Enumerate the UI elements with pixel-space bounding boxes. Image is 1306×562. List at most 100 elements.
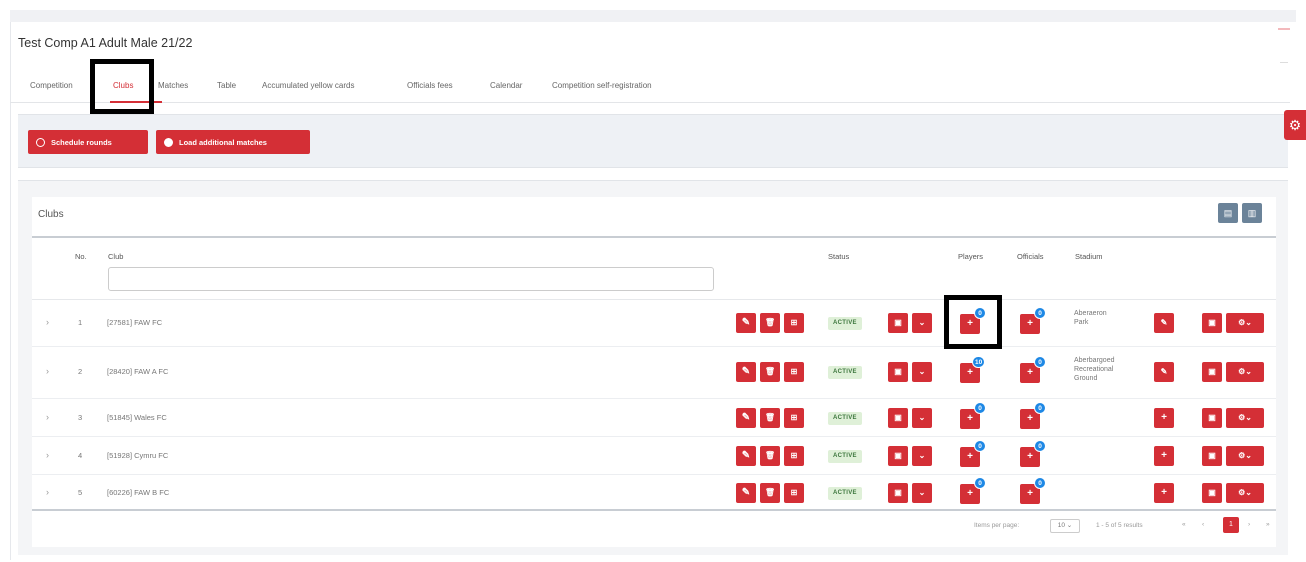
document-icon[interactable]: ▣	[1202, 408, 1222, 428]
club-name: [51845] Wales FC	[107, 413, 167, 422]
column-header-club[interactable]: Club	[108, 252, 123, 261]
previous-page-icon[interactable]: ‹	[1202, 521, 1204, 528]
schedule-rounds-button[interactable]: Schedule rounds	[28, 130, 148, 154]
table-row[interactable]: › 4 [51928] Cymru FC ✎ 🗑 ⊞ ACTIVE ▣ ⌄ + …	[32, 437, 1276, 475]
tab-competition[interactable]: Competition	[30, 81, 73, 90]
tab-accumulated-yellow-cards[interactable]: Accumulated yellow cards	[262, 81, 354, 90]
status-badge: ACTIVE	[828, 366, 862, 379]
edit-stadium-icon[interactable]: ✎	[1154, 362, 1174, 382]
stadium-name: Aberaeron Park	[1074, 310, 1107, 326]
status-badge: ACTIVE	[828, 450, 862, 463]
first-page-icon[interactable]: «	[1182, 521, 1186, 528]
table-row[interactable]: › 2 [28420] FAW A FC ✎ 🗑 ⊞ ACTIVE ▣ ⌄ + …	[32, 347, 1276, 399]
officials-count-badge: 0	[1034, 440, 1046, 452]
table-row[interactable]: › 3 [51845] Wales FC ✎ 🗑 ⊞ ACTIVE ▣ ⌄ + …	[32, 399, 1276, 437]
expand-chevron-icon[interactable]: ›	[46, 317, 49, 327]
edit-icon[interactable]: ✎	[736, 362, 756, 382]
clipboard-icon[interactable]: ▣	[888, 362, 908, 382]
export-table-icon[interactable]: ▥	[1242, 203, 1262, 223]
grid-icon[interactable]: ⊞	[784, 408, 804, 428]
delete-icon[interactable]: 🗑	[760, 362, 780, 382]
grid-icon[interactable]: ⊞	[784, 483, 804, 503]
document-icon[interactable]: ▣	[1202, 362, 1222, 382]
table-header-divider	[32, 236, 1276, 238]
load-additional-matches-button[interactable]: Load additional matches	[156, 130, 310, 154]
officials-count-badge: 0	[1034, 356, 1046, 368]
options-dropdown-button[interactable]: ⚙⌄	[1226, 446, 1264, 466]
players-count-badge: 0	[974, 402, 986, 414]
results-range: 1 - 5 of 5 results	[1096, 522, 1143, 529]
add-stadium-button[interactable]: +	[1154, 483, 1174, 503]
delete-icon[interactable]: 🗑	[760, 483, 780, 503]
clipboard-icon[interactable]: ▣	[888, 483, 908, 503]
column-header-status: Status	[828, 252, 850, 261]
chevron-down-icon[interactable]: ⌄	[912, 408, 932, 428]
chevron-down-icon[interactable]: ⌄	[912, 446, 932, 466]
settings-gear-icon[interactable]: ⚙	[1284, 110, 1306, 140]
top-divider	[10, 10, 1296, 22]
highlight-box	[944, 295, 1002, 349]
add-stadium-button[interactable]: +	[1154, 408, 1174, 428]
column-header-no: No.	[75, 252, 87, 261]
row-number: 2	[78, 367, 83, 376]
options-dropdown-button[interactable]: ⚙⌄	[1226, 408, 1264, 428]
tab-officials-fees[interactable]: Officials fees	[407, 81, 453, 90]
items-per-page-select[interactable]: 10 ⌄	[1050, 519, 1080, 533]
action-bar: Schedule rounds Load additional matches	[18, 114, 1288, 168]
add-stadium-button[interactable]: +	[1154, 446, 1174, 466]
highlight-box	[90, 59, 154, 114]
next-page-icon[interactable]: ›	[1248, 521, 1250, 528]
expand-chevron-icon[interactable]: ›	[46, 366, 49, 376]
last-page-icon[interactable]: »	[1266, 521, 1270, 528]
delete-icon[interactable]: 🗑	[760, 446, 780, 466]
tab-calendar[interactable]: Calendar	[490, 81, 522, 90]
delete-icon[interactable]: 🗑	[760, 313, 780, 333]
delete-icon[interactable]: 🗑	[760, 408, 780, 428]
expand-chevron-icon[interactable]: ›	[46, 487, 49, 497]
stadium-name: Aberbargoed Recreational Ground	[1074, 357, 1115, 382]
club-name: [28420] FAW A FC	[107, 367, 169, 376]
edit-icon[interactable]: ✎	[736, 408, 756, 428]
clipboard-icon[interactable]: ▣	[888, 446, 908, 466]
officials-count-badge: 0	[1034, 477, 1046, 489]
edit-icon[interactable]: ✎	[736, 446, 756, 466]
pagination-footer: Items per page: 10 ⌄ 1 - 5 of 5 results …	[32, 511, 1276, 541]
club-filter-input[interactable]	[108, 267, 714, 291]
chevron-down-icon[interactable]: ⌄	[912, 313, 932, 333]
edit-icon[interactable]: ✎	[736, 313, 756, 333]
row-number: 4	[78, 451, 83, 460]
tab-matches[interactable]: Matches	[158, 81, 188, 90]
grid-icon[interactable]: ⊞	[784, 313, 804, 333]
clipboard-icon[interactable]: ▣	[888, 313, 908, 333]
grid-icon[interactable]: ⊞	[784, 446, 804, 466]
club-name: [51928] Cymru FC	[107, 451, 169, 460]
clubs-panel: Clubs ▤ ▥ No. Club Status Players Offici…	[18, 180, 1288, 555]
table-row[interactable]: › 1 [27581] FAW FC ✎ 🗑 ⊞ ACTIVE ▣ ⌄ + 0 …	[32, 300, 1276, 347]
tab-competition-self-registration[interactable]: Competition self-registration	[552, 81, 652, 90]
clipboard-icon[interactable]: ▣	[888, 408, 908, 428]
document-icon[interactable]: ▣	[1202, 313, 1222, 333]
expand-chevron-icon[interactable]: ›	[46, 450, 49, 460]
club-name: [27581] FAW FC	[107, 318, 163, 327]
column-header-players: Players	[958, 252, 984, 261]
options-dropdown-button[interactable]: ⚙⌄	[1226, 362, 1264, 382]
expand-chevron-icon[interactable]: ›	[46, 412, 49, 422]
options-dropdown-button[interactable]: ⚙⌄	[1226, 483, 1264, 503]
chevron-down-icon[interactable]: ⌄	[912, 483, 932, 503]
tab-table[interactable]: Table	[217, 81, 236, 90]
row-number: 3	[78, 413, 83, 422]
grid-icon[interactable]: ⊞	[784, 362, 804, 382]
export-file-icon[interactable]: ▤	[1218, 203, 1238, 223]
items-per-page-value: 10	[1057, 522, 1065, 529]
document-icon[interactable]: ▣	[1202, 446, 1222, 466]
options-dropdown-button[interactable]: ⚙⌄	[1226, 313, 1264, 333]
edit-stadium-icon[interactable]: ✎	[1154, 313, 1174, 333]
items-per-page-label: Items per page:	[974, 522, 1020, 529]
table-row[interactable]: › 5 [60226] FAW B FC ✎ 🗑 ⊞ ACTIVE ▣ ⌄ + …	[32, 475, 1276, 511]
document-icon[interactable]: ▣	[1202, 483, 1222, 503]
row-number: 1	[78, 318, 83, 327]
status-badge: ACTIVE	[828, 317, 862, 330]
chevron-down-icon[interactable]: ⌄	[912, 362, 932, 382]
edit-icon[interactable]: ✎	[736, 483, 756, 503]
page-button-current[interactable]: 1	[1223, 517, 1239, 533]
